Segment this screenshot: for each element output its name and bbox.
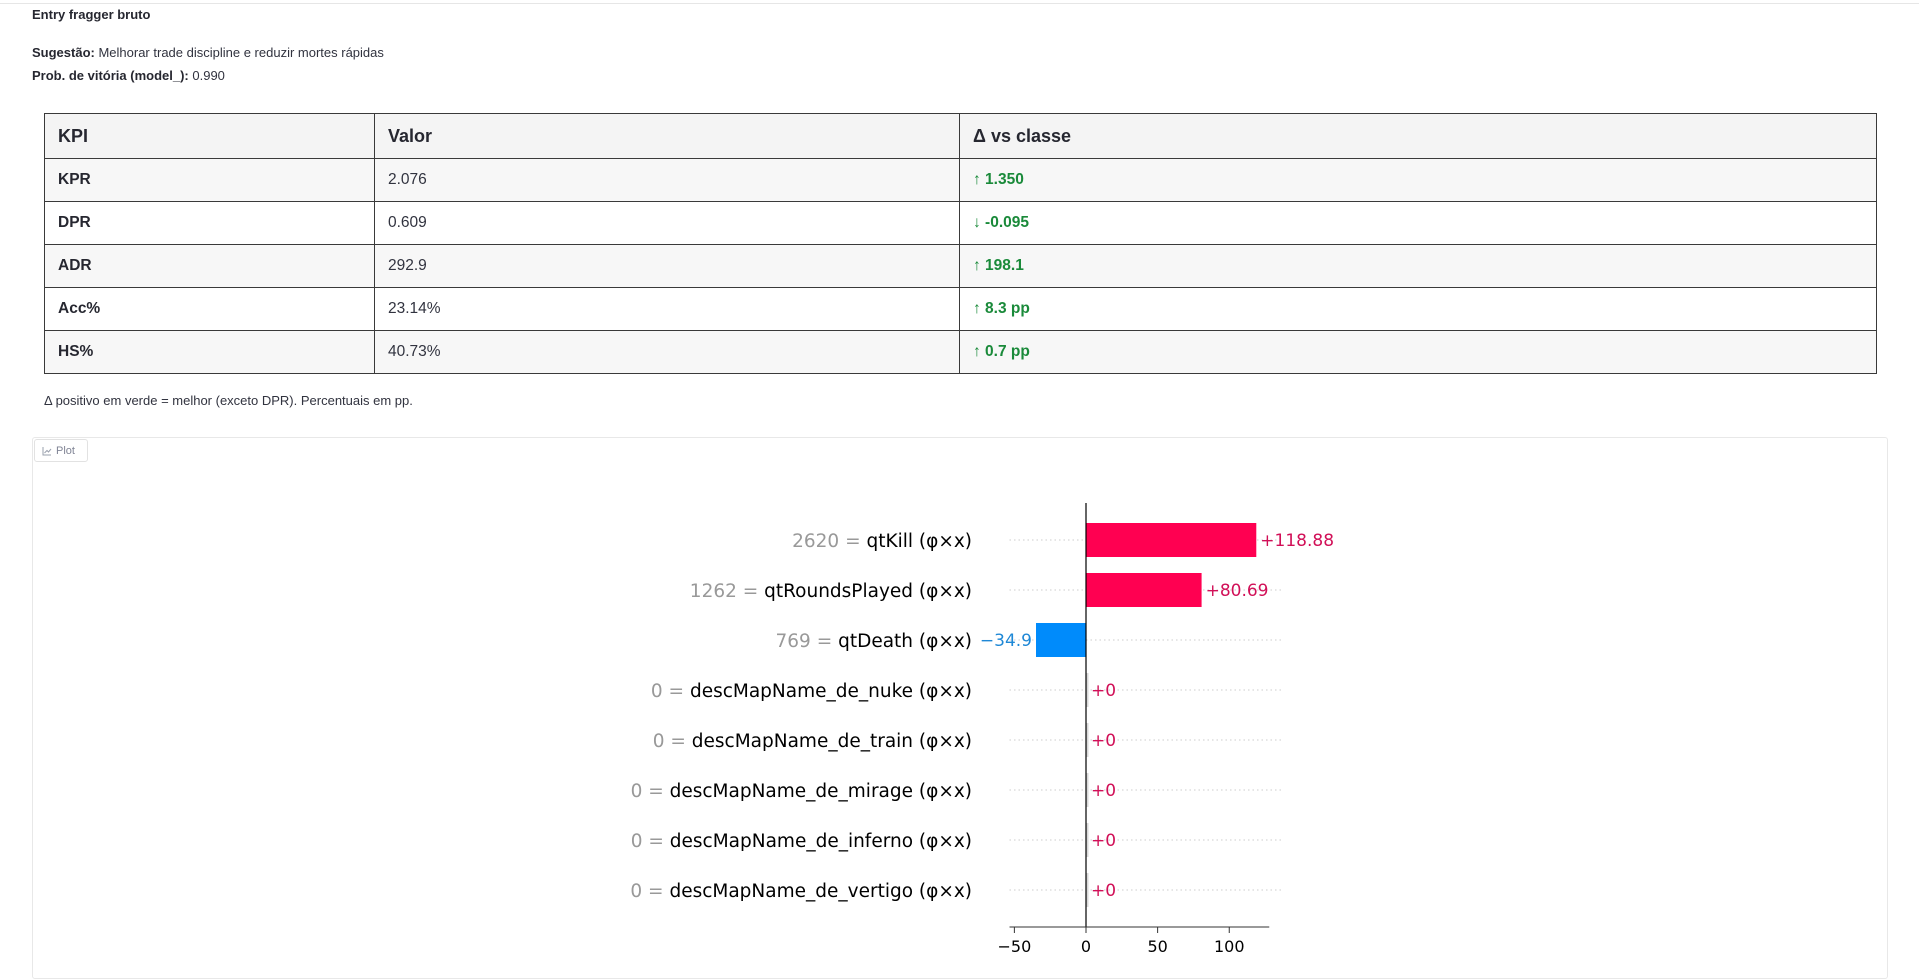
feature-label: 0 = descMapName_de_inferno (φ×x) [631, 831, 972, 852]
feature-value: 0 = [631, 781, 670, 802]
feature-label: 769 = qtDeath (φ×x) [776, 631, 973, 652]
feature-value: 0 = [651, 681, 690, 702]
feature-label: 0 = descMapName_de_train (φ×x) [653, 731, 972, 752]
contribution-label: +80.69 [1206, 581, 1269, 601]
feature-name: descMapName_de_nuke (φ×x) [690, 681, 972, 702]
contribution-bar [1086, 523, 1257, 557]
contribution-label: +0 [1091, 731, 1116, 751]
feature-label: 2620 = qtKill (φ×x) [792, 531, 972, 552]
x-tick-label: 100 [1214, 937, 1245, 956]
contribution-label: +0 [1091, 831, 1116, 851]
feature-name: descMapName_de_inferno (φ×x) [670, 831, 972, 852]
feature-value: 0 = [631, 831, 670, 852]
contribution-label: −34.9 [980, 631, 1032, 651]
feature-name: qtRoundsPlayed (φ×x) [764, 581, 972, 602]
feature-name: descMapName_de_train (φ×x) [692, 731, 972, 752]
contribution-label: +118.88 [1260, 531, 1334, 551]
x-tick-label: 50 [1147, 937, 1167, 956]
contribution-label: +0 [1091, 681, 1116, 701]
feature-value: 0 = [653, 731, 692, 752]
feature-label: 0 = descMapName_de_vertigo (φ×x) [630, 881, 972, 902]
feature-value: 2620 = [792, 531, 866, 552]
feature-value: 1262 = [690, 581, 764, 602]
shap-waterfall-chart: 2620 = qtKill (φ×x) +118.88 1262 = qtRound… [630, 503, 1334, 956]
x-tick-label: 0 [1081, 937, 1091, 956]
feature-label: 0 = descMapName_de_nuke (φ×x) [651, 681, 972, 702]
x-tick-label: −50 [997, 937, 1031, 956]
feature-name: descMapName_de_mirage (φ×x) [670, 781, 972, 802]
contribution-bar [1036, 623, 1086, 657]
feature-name: descMapName_de_vertigo (φ×x) [669, 881, 972, 902]
contribution-label: +0 [1091, 881, 1116, 901]
feature-value: 769 = [776, 631, 839, 652]
feature-name: qtKill (φ×x) [866, 531, 972, 552]
feature-name: qtDeath (φ×x) [838, 631, 972, 652]
contribution-bar [1086, 573, 1202, 607]
feature-label: 1262 = qtRoundsPlayed (φ×x) [690, 581, 972, 602]
feature-value: 0 = [630, 881, 669, 902]
contribution-label: +0 [1091, 781, 1116, 801]
feature-label: 0 = descMapName_de_mirage (φ×x) [631, 781, 972, 802]
